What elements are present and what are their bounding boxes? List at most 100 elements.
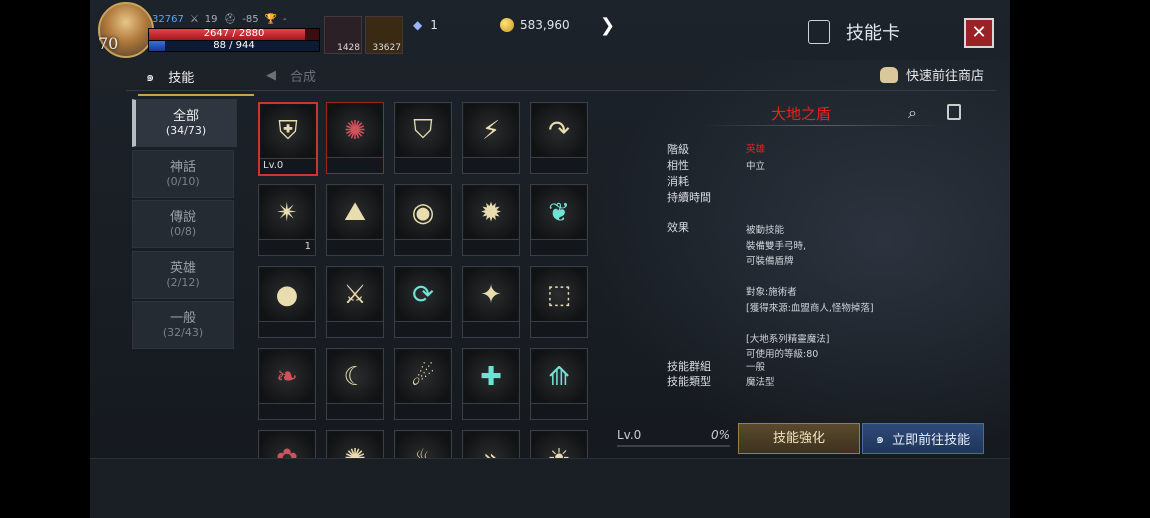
- card-footer: 1: [259, 239, 315, 255]
- lightning-icon: ⚡: [464, 104, 518, 157]
- item-slot[interactable]: 33627: [365, 16, 403, 54]
- category-mythic[interactable]: 神話 (0/10): [132, 150, 234, 198]
- window-title: 技能卡: [808, 19, 900, 45]
- tab-bar: ๑ 技能 ◀ 合成 快速前往商店: [126, 60, 996, 96]
- search-icon[interactable]: ⌕: [908, 103, 917, 123]
- effect-line: 對象:施術者: [746, 287, 797, 298]
- category-count: (34/73): [165, 124, 207, 137]
- skill-group-label: 技能群組: [667, 360, 711, 373]
- cost-label: 消耗: [667, 175, 689, 188]
- skill-card[interactable]: ☄: [394, 348, 452, 420]
- skill-card[interactable]: ❧: [258, 348, 316, 420]
- tab-skill[interactable]: ๑ 技能: [137, 66, 255, 96]
- category-all[interactable]: 全部 (34/73): [132, 99, 237, 147]
- leaf-icon: ❦: [532, 186, 586, 239]
- window-title-text: 技能卡: [846, 23, 900, 44]
- potion-count: 1428: [337, 43, 360, 53]
- wedge-tab-icon: ◀: [266, 68, 276, 83]
- skill-card[interactable]: ⛨ Lv.0: [258, 102, 318, 176]
- card-footer: [463, 157, 519, 173]
- skill-card[interactable]: ☾: [326, 348, 384, 420]
- chevrons-icon: »: [464, 432, 518, 458]
- grade-value: 英雄: [746, 144, 766, 155]
- skill-card-grid: ⛨Lv.0✺⛉⚡↷✴1⛰◉✹❦●⚔⟳✦⬚❧☾☄✚⟰✿✺♨»☀: [257, 101, 597, 458]
- skill-level: Lv.0: [617, 428, 642, 442]
- tab-synthesis[interactable]: ◀ 合成: [266, 66, 316, 85]
- tower-icon: ⟰: [532, 350, 586, 403]
- skill-card[interactable]: ●: [258, 266, 316, 338]
- card-footer: [531, 403, 587, 419]
- category-count: (0/10): [166, 175, 200, 188]
- card-footer: [531, 239, 587, 255]
- mp-bar: 88 / 944: [148, 40, 320, 52]
- category-hero[interactable]: 英雄 (2/12): [132, 251, 234, 299]
- skill-group-value: 一般: [746, 362, 766, 373]
- card-footer: [463, 403, 519, 419]
- skill-card[interactable]: »: [462, 430, 520, 458]
- helmet-icon: ⛑: [223, 14, 237, 25]
- bottom-band: [90, 458, 1010, 518]
- skill-card[interactable]: ✺: [326, 102, 384, 174]
- category-name: 全部: [172, 109, 199, 124]
- category-name: 一般: [169, 311, 196, 326]
- skill-card[interactable]: ✦: [462, 266, 520, 338]
- skill-card[interactable]: ⟰: [530, 348, 588, 420]
- skill-percent: 0%: [710, 428, 730, 442]
- effect-line: 可裝備盾牌: [746, 256, 794, 267]
- effect-line: 被動技能: [746, 225, 785, 236]
- eye-icon: ◉: [396, 186, 450, 239]
- affinity-label: 相性: [667, 159, 689, 172]
- skill-card[interactable]: ⬚: [530, 266, 588, 338]
- trophy-value: -: [283, 14, 287, 25]
- skill-card[interactable]: ⚡: [462, 102, 520, 174]
- sparkle-icon: ✦: [464, 268, 518, 321]
- category-normal[interactable]: 一般 (32/43): [132, 301, 234, 349]
- skill-card[interactable]: ♨: [394, 430, 452, 458]
- shop-link-label: 快速前往商店: [905, 69, 984, 84]
- go-to-skill-label: 立即前往技能: [892, 433, 971, 448]
- category-count: (0/8): [169, 225, 197, 238]
- skill-card[interactable]: ⛰: [326, 184, 384, 256]
- crystal-value: 1: [430, 18, 438, 32]
- tab-skill-label: 技能: [168, 71, 195, 86]
- altar-icon: ⛰: [328, 186, 382, 239]
- web-icon: ✺: [328, 432, 382, 458]
- potion-slot[interactable]: 1428: [324, 16, 362, 54]
- tab-synthesis-label: 合成: [290, 70, 317, 85]
- category-legend[interactable]: 傳說 (0/8): [132, 200, 234, 248]
- skill-card[interactable]: ⛉: [394, 102, 452, 174]
- shop-link[interactable]: 快速前往商店: [879, 65, 984, 84]
- lock-icon[interactable]: [947, 104, 961, 120]
- detail-divider: [702, 125, 942, 126]
- trophy-icon: 🏆: [264, 14, 278, 25]
- skill-card[interactable]: ✹: [462, 184, 520, 256]
- skill-card[interactable]: ⚔: [326, 266, 384, 338]
- card-footer: [259, 321, 315, 337]
- go-to-skill-button[interactable]: ๑ 立即前往技能: [862, 423, 984, 454]
- skill-card[interactable]: ◉: [394, 184, 452, 256]
- category-name: 神話: [169, 160, 196, 175]
- card-footer: [327, 157, 383, 173]
- affinity-value: 中立: [746, 161, 766, 172]
- skill-card[interactable]: ✚: [462, 348, 520, 420]
- skill-card[interactable]: ✺: [326, 430, 384, 458]
- skill-card[interactable]: ✿: [258, 430, 316, 458]
- skill-name: 大地之盾: [771, 105, 832, 123]
- skill-card[interactable]: ⟳: [394, 266, 452, 338]
- skill-card[interactable]: ✴ 1: [258, 184, 316, 256]
- combat-power: 32767: [152, 14, 184, 25]
- card-footer: [531, 321, 587, 337]
- flames-icon: ♨: [396, 432, 450, 458]
- wing-icon: ❧: [260, 350, 314, 403]
- skill-card[interactable]: ☀: [530, 430, 588, 458]
- card-footer: Lv.0: [260, 158, 316, 174]
- arrow-curve-icon: ↷: [532, 104, 586, 157]
- currency-expand-icon[interactable]: ❯: [600, 15, 615, 36]
- card-footer: [463, 239, 519, 255]
- spiral-icon: ✹: [464, 186, 518, 239]
- close-button[interactable]: ✕: [964, 18, 994, 48]
- spiral-tab-icon: ๑: [146, 70, 155, 85]
- skill-card[interactable]: ↷: [530, 102, 588, 174]
- skill-upgrade-button[interactable]: 技能強化: [738, 423, 860, 454]
- skill-card[interactable]: ❦: [530, 184, 588, 256]
